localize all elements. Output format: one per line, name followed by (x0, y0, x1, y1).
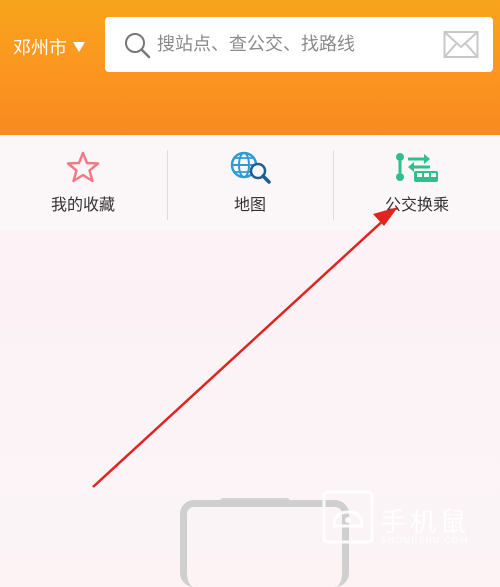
bus-transfer-icon (396, 153, 438, 182)
favorites-label: 我的收藏 (50, 195, 115, 214)
map-button[interactable]: 地图 (167, 135, 333, 230)
bus-transfer-button[interactable]: 公交换乘 (334, 135, 500, 230)
star-icon (66, 151, 100, 183)
watermark-brand: 手机鼠 (380, 508, 471, 538)
search-icon (125, 32, 151, 58)
watermark-url: SHOUJISHU.COM (381, 536, 469, 546)
app-header: 邓州市 (0, 0, 500, 135)
city-name: 邓州市 (13, 38, 67, 59)
divider (167, 150, 168, 220)
quick-actions-bar: 我的收藏 地图 公交换乘 (0, 135, 500, 230)
globe-search-icon (230, 151, 271, 184)
search-box[interactable] (105, 17, 493, 72)
search-input[interactable] (155, 33, 429, 56)
favorites-button[interactable]: 我的收藏 (0, 135, 166, 230)
map-label: 地图 (233, 195, 266, 214)
mail-icon[interactable] (443, 30, 479, 60)
bus-transfer-label: 公交换乘 (384, 195, 449, 214)
city-selector[interactable]: 邓州市 (13, 34, 85, 60)
divider (333, 150, 334, 220)
caret-down-icon (73, 42, 85, 52)
